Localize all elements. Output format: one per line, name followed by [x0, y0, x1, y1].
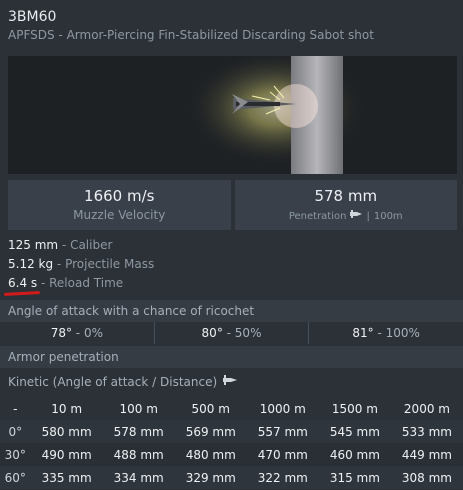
table-cell: 488 mm — [102, 443, 175, 466]
table-cell: 335 mm — [30, 466, 103, 489]
ricochet-angle: 81° — [352, 326, 374, 340]
muzzle-velocity-label: Muzzle Velocity — [73, 208, 166, 222]
header: 3BM60 APFSDS - Armor-Piercing Fin-Stabil… — [0, 0, 463, 46]
row-angle: 60° — [0, 466, 31, 489]
caliber-row: 125 mm - Caliber — [8, 238, 113, 252]
penetration-range: 100m — [373, 211, 403, 222]
penetration-label: Penetration — [288, 211, 347, 222]
table-cell: 329 mm — [174, 466, 247, 489]
mass-row: 5.12 kg - Projectile Mass — [8, 257, 155, 271]
separator: | — [366, 211, 370, 222]
ricochet-chance: 100% — [385, 326, 420, 340]
ricochet-chance: 0% — [83, 326, 103, 340]
column-header: 1000 m — [259, 401, 306, 416]
table-cell: 322 mm — [246, 466, 319, 489]
column-header: 2000 m — [403, 401, 450, 416]
muzzle-velocity-card: 1660 m/s Muzzle Velocity — [8, 180, 231, 230]
table-cell: 545 mm — [318, 420, 391, 443]
ricochet-section-header: Angle of attack with a chance of ricoche… — [0, 300, 463, 322]
table-row: 60° 335 mm 334 mm 329 mm 322 mm 315 mm 3… — [0, 466, 463, 489]
ricochet-angle: 80° — [201, 326, 223, 340]
projectile-impact-illustration — [8, 56, 457, 174]
table-header-row: - 10 m 100 m 500 m 1000 m 1500 m 2000 m — [0, 397, 463, 420]
table-row: 0° 580 mm 578 mm 569 mm 557 mm 545 mm 53… — [0, 420, 463, 443]
ammo-info-panel: 3BM60 APFSDS - Armor-Piercing Fin-Stabil… — [0, 0, 463, 490]
table-cell: 490 mm — [30, 443, 103, 466]
table-cell: 449 mm — [390, 443, 463, 466]
table-row: 30° 490 mm 488 mm 480 mm 470 mm 460 mm 4… — [0, 443, 463, 466]
ricochet-chance: 50% — [234, 326, 262, 340]
ricochet-angle: 78° — [50, 326, 72, 340]
table-cell: 460 mm — [318, 443, 391, 466]
table-cell: 578 mm — [102, 420, 175, 443]
penetration-label-row: Penetration | 100m — [235, 208, 458, 226]
mass-value: 5.12 kg — [8, 257, 54, 271]
caliber-label: Caliber — [70, 238, 113, 252]
table-cell: 580 mm — [30, 420, 103, 443]
column-header: - — [13, 401, 18, 416]
column-header: 10 m — [51, 401, 83, 416]
ricochet-item: 80° - 50% — [153, 322, 309, 344]
mass-label: Projectile Mass — [65, 257, 155, 271]
ammo-subtitle: APFSDS - Armor-Piercing Fin-Stabilized D… — [8, 28, 374, 42]
reload-label: Reload Time — [49, 276, 124, 290]
row-angle: 0° — [0, 420, 31, 443]
shell-icon — [223, 372, 238, 392]
column-header: 500 m — [191, 401, 230, 416]
row-angle: 30° — [0, 443, 31, 466]
table-cell: 315 mm — [318, 466, 391, 489]
table-cell: 308 mm — [390, 466, 463, 489]
penetration-card: 578 mm Penetration | 100m — [234, 180, 458, 230]
reload-row: 6.4 s - Reload Time — [8, 276, 124, 290]
reload-value: 6.4 s — [8, 276, 38, 290]
table-cell: 533 mm — [390, 420, 463, 443]
table-cell: 569 mm — [174, 420, 247, 443]
penetration-value: 578 mm — [314, 187, 378, 205]
table-cell: 470 mm — [246, 443, 319, 466]
column-header: 100 m — [119, 401, 158, 416]
shell-icon — [350, 208, 363, 226]
ricochet-item: 78° - 0% — [50, 326, 103, 340]
red-underline-mark — [3, 291, 41, 296]
table-cell: 557 mm — [246, 420, 319, 443]
stats-row: 1660 m/s Muzzle Velocity 578 mm Penetrat… — [8, 180, 457, 230]
property-list: 125 mm - Caliber 5.12 kg - Projectile Ma… — [8, 236, 457, 293]
ricochet-row: 78° - 0% 80° - 50% 81° - 100% — [0, 322, 463, 344]
ammo-title: 3BM60 — [8, 9, 57, 25]
penetration-table: - 10 m 100 m 500 m 1000 m 1500 m 2000 m … — [0, 397, 463, 489]
table-cell: 334 mm — [102, 466, 175, 489]
ricochet-item: 81° - 100% — [308, 322, 463, 344]
muzzle-velocity-value: 1660 m/s — [84, 187, 155, 205]
kinetic-label: Kinetic (Angle of attack / Distance) — [8, 375, 218, 389]
caliber-value: 125 mm — [8, 238, 59, 252]
column-header: 1500 m — [331, 401, 378, 416]
kinetic-label-row: Kinetic (Angle of attack / Distance) — [8, 372, 238, 392]
table-cell: 480 mm — [174, 443, 247, 466]
armor-section-header: Armor penetration — [0, 346, 463, 368]
